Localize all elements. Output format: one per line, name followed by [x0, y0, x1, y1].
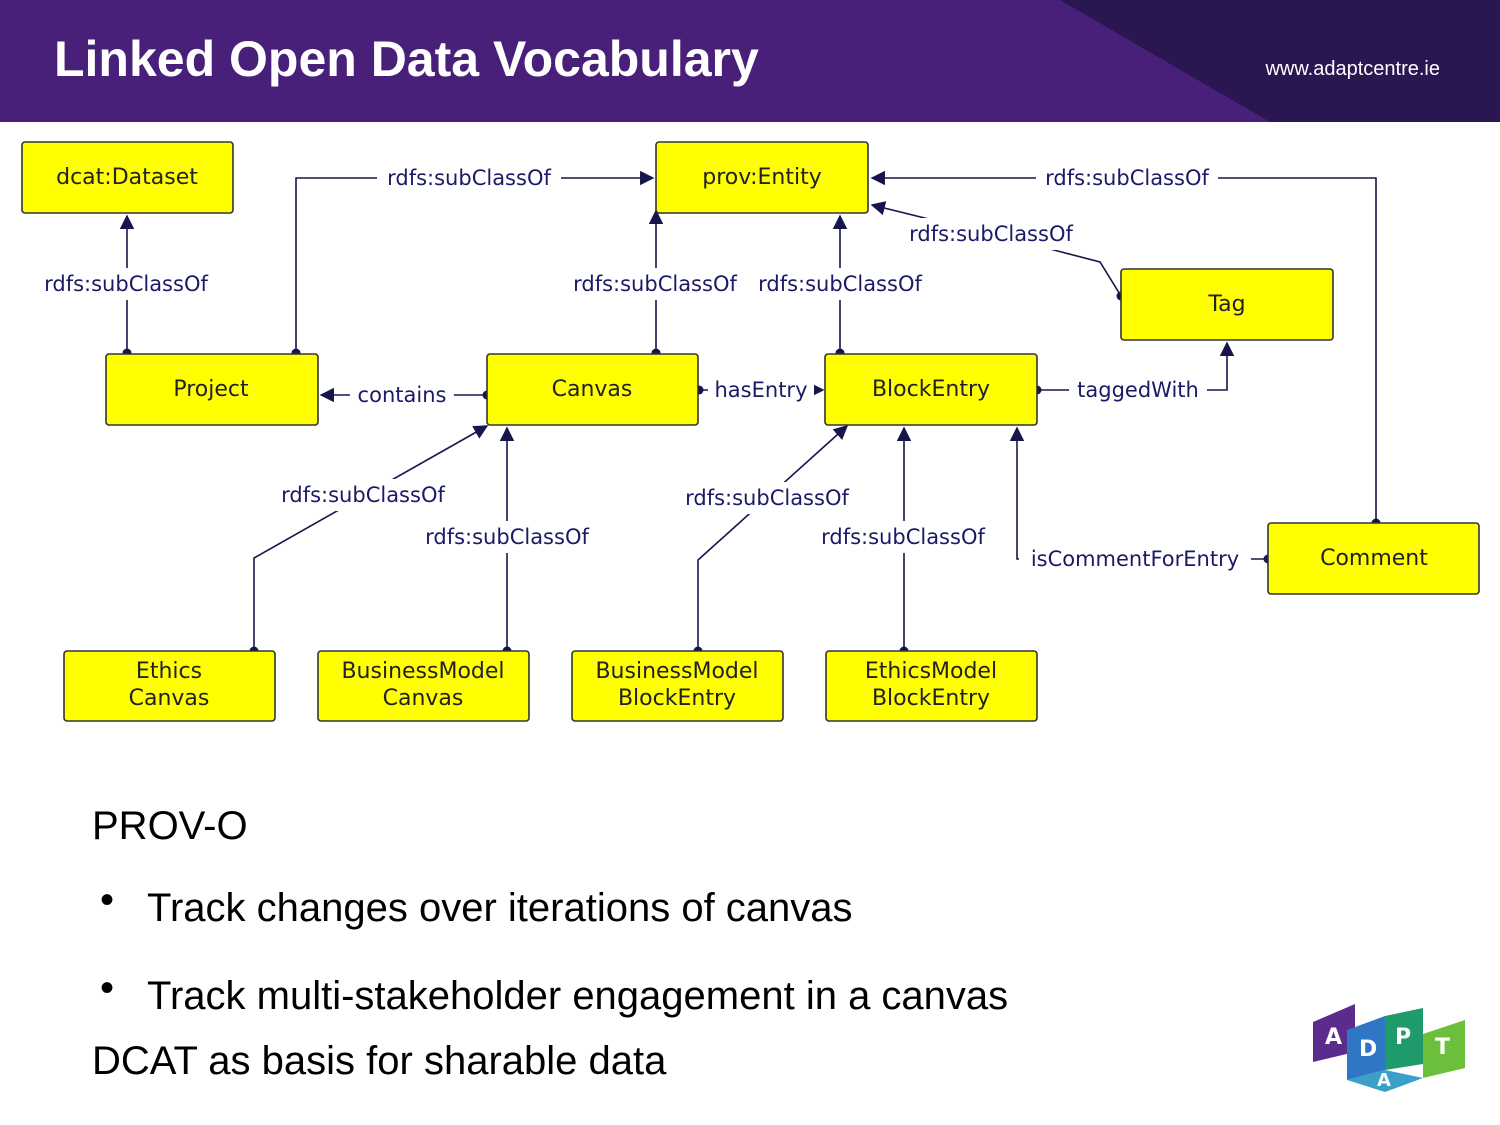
node-project: Project: [105, 353, 319, 426]
adapt-logo-icon: A D P A T: [1313, 1004, 1465, 1092]
bullet-item: • Track changes over iterations of canvas: [100, 878, 853, 931]
node-label-line1: BusinessModel: [341, 659, 504, 684]
logo-letter: D: [1359, 1037, 1377, 1062]
edge-label-text: rdfs:subClassOf: [685, 486, 849, 510]
node-label: Tag: [1207, 292, 1245, 317]
node-prov-entity: prov:Entity: [655, 141, 869, 214]
edge-label-text: rdfs:subClassOf: [758, 272, 922, 296]
vocabulary-diagram: rdfs:subClassOf rdfs:subClassOf rdfs:sub…: [21, 141, 1480, 722]
node-ethics-canvas: Ethics Canvas: [63, 650, 276, 722]
node-label: Comment: [1320, 546, 1428, 571]
edge-label-project-entity: rdfs:subClassOf: [377, 162, 561, 194]
bullet-text: Track multi-stakeholder engagement in a …: [147, 974, 1009, 1018]
edge-label-text: hasEntry: [715, 378, 808, 402]
edge-label-bm-block-sub: rdfs:subClassOf: [676, 482, 858, 514]
node-comment: Comment: [1267, 522, 1480, 595]
edge-label-text: taggedWith: [1077, 378, 1199, 402]
bullet-icon: •: [100, 878, 115, 922]
edge-label-canvas-entity: rdfs:subClassOf: [564, 268, 746, 300]
edge-label-text: rdfs:subClassOf: [1045, 166, 1209, 190]
node-label-line1: Ethics: [136, 659, 202, 684]
edge-label-ethics-canvas-sub: rdfs:subClassOf: [272, 479, 454, 511]
node-business-model-canvas: BusinessModel Canvas: [317, 650, 530, 722]
node-label-line1: BusinessModel: [595, 659, 758, 684]
dcat-heading: DCAT as basis for sharable data: [92, 1039, 667, 1083]
logo-letter: P: [1395, 1025, 1411, 1050]
edge-label-has-entry: hasEntry: [708, 374, 814, 406]
logo-letter: A: [1325, 1025, 1342, 1050]
edge-label-text: isCommentForEntry: [1031, 547, 1239, 571]
edge-label-comment-entity: rdfs:subClassOf: [1036, 162, 1218, 194]
node-label: prov:Entity: [702, 165, 821, 190]
node-label: BlockEntry: [872, 377, 990, 402]
bullet-icon: •: [100, 966, 115, 1010]
edge-label-text: rdfs:subClassOf: [281, 483, 445, 507]
node-label-line2: Canvas: [129, 686, 210, 711]
edge-project-entity: [295, 170, 655, 353]
edge-label-text: rdfs:subClassOf: [387, 166, 551, 190]
edge-label-text: rdfs:subClassOf: [44, 272, 208, 296]
edge-label-text: contains: [358, 383, 447, 407]
node-canvas: Canvas: [486, 353, 699, 426]
edge-label-tagged-with: taggedWith: [1069, 374, 1207, 406]
edge-label-text: rdfs:subClassOf: [425, 525, 589, 549]
node-block-entry: BlockEntry: [824, 353, 1038, 426]
prov-o-heading: PROV-O: [92, 804, 248, 848]
edge-origins: [122, 291, 1381, 656]
node-ethics-model-block-entry: EthicsModel BlockEntry: [825, 650, 1038, 722]
edge-label-tag-entity: rdfs:subClassOf: [900, 218, 1082, 250]
node-dcat-dataset: dcat:Dataset: [21, 141, 234, 214]
node-label: Project: [173, 377, 249, 402]
edge-label-is-comment-for-entry: isCommentForEntry: [1019, 543, 1251, 575]
logo-letter: T: [1435, 1035, 1450, 1060]
logo-letter: A: [1377, 1070, 1391, 1091]
bullet-item: • Track multi-stakeholder engagement in a…: [100, 966, 1009, 1019]
edge-label-text: rdfs:subClassOf: [821, 525, 985, 549]
bullet-text: Track changes over iterations of canvas: [147, 886, 853, 930]
edge-label-bm-canvas-sub: rdfs:subClassOf: [416, 521, 598, 553]
node-label-line2: BlockEntry: [872, 686, 990, 711]
edge-label-text: rdfs:subClassOf: [573, 272, 737, 296]
edge-is-comment-for-entry: [1009, 426, 1268, 560]
page-title: Linked Open Data Vocabulary: [54, 31, 759, 87]
node-label-line1: EthicsModel: [865, 659, 997, 684]
edge-label-ethics-block-sub: rdfs:subClassOf: [812, 521, 994, 553]
node-label-line2: BlockEntry: [618, 686, 736, 711]
edge-label-project-dataset: rdfs:subClassOf: [35, 268, 217, 300]
node-label: dcat:Dataset: [56, 165, 198, 190]
node-label: Canvas: [552, 377, 633, 402]
site-url[interactable]: www.adaptcentre.ie: [1265, 58, 1440, 81]
node-business-model-block-entry: BusinessModel BlockEntry: [571, 650, 784, 722]
edge-label-text: rdfs:subClassOf: [909, 222, 1073, 246]
edge-label-contains: contains: [350, 379, 454, 411]
header-bar: Linked Open Data Vocabulary www.adaptcen…: [0, 0, 1500, 122]
edge-label-blockentry-entity: rdfs:subClassOf: [749, 268, 931, 300]
node-label-line2: Canvas: [383, 686, 464, 711]
node-tag: Tag: [1120, 268, 1334, 341]
